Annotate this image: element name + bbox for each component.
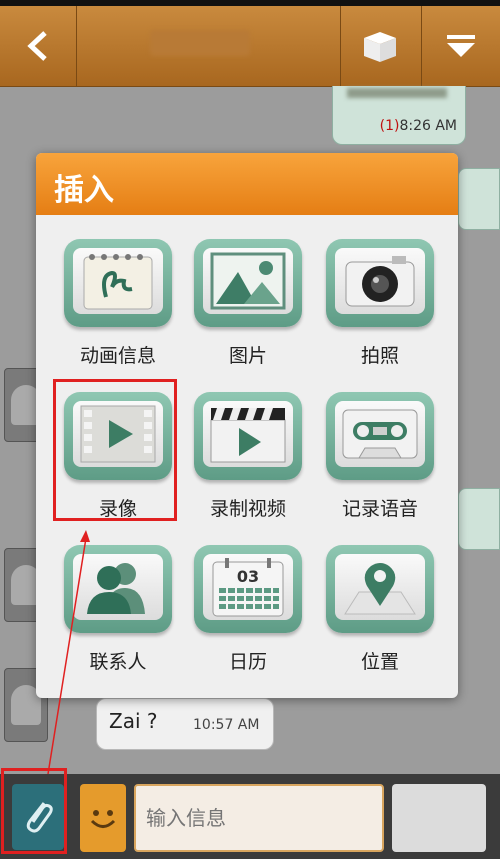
dropdown-icon: [446, 35, 475, 57]
send-button[interactable]: [392, 784, 486, 852]
insert-record-video-button[interactable]: [194, 392, 302, 480]
tile-label: 动画信息: [79, 345, 156, 367]
calendar-icon: 03: [212, 558, 284, 617]
camera-icon: [345, 256, 415, 307]
message-time: 10:57 AM: [193, 717, 260, 733]
insert-contact-button[interactable]: [64, 545, 172, 633]
video-record-highlight-annotation: [53, 379, 177, 521]
contact-name-blurred: [150, 30, 250, 56]
smiley-icon: [90, 810, 116, 828]
dialog-header: 插入: [36, 153, 458, 215]
insert-voice-memo-button[interactable]: [326, 392, 434, 480]
tile-label: 位置: [360, 651, 399, 673]
contacts-icon: [87, 563, 145, 614]
tile-face: [203, 248, 293, 314]
location-pin-icon: [344, 563, 416, 615]
box-button[interactable]: [340, 6, 420, 86]
calendar-day-number: 03: [237, 567, 259, 586]
tile-face: [335, 401, 425, 467]
outgoing-message-time: (1)8:26 AM: [380, 118, 457, 134]
tile-label: 日历: [228, 651, 267, 673]
message-input[interactable]: [134, 784, 384, 852]
insert-animation-button[interactable]: [64, 239, 172, 327]
insert-calendar-button[interactable]: 03: [194, 545, 302, 633]
back-chevron-icon: [27, 31, 47, 61]
tile-label: 记录语音: [341, 498, 418, 520]
emoji-button[interactable]: [80, 784, 126, 852]
tile-face: [335, 554, 425, 620]
tile-label: 图片: [228, 345, 267, 367]
time-label: 8:26 AM: [399, 118, 457, 134]
attach-highlight-annotation: [1, 768, 67, 854]
cassette-icon: [342, 409, 418, 459]
tile-label: 拍照: [360, 345, 399, 367]
animation-note-icon: [83, 254, 153, 310]
unread-mark: (1): [379, 118, 400, 134]
insert-location-button[interactable]: [326, 545, 434, 633]
header-divider: [76, 6, 77, 86]
tile-face: 03: [203, 554, 293, 620]
tile-face: [203, 401, 293, 467]
dropdown-menu-button[interactable]: [421, 6, 500, 86]
tile-face: [73, 554, 163, 620]
blurred-message-content: [347, 88, 447, 98]
message-bubble-edge: [458, 488, 500, 550]
insert-picture-button[interactable]: [194, 239, 302, 327]
tile-face: [335, 248, 425, 314]
message-text: Zai ?: [109, 709, 158, 733]
dialog-title: 插入: [54, 173, 114, 208]
incoming-message-bubble[interactable]: Zai ? 10:57 AM: [96, 698, 274, 750]
message-bubble-edge: [458, 168, 500, 230]
box-icon: [364, 32, 396, 62]
tile-label: 录制视频: [209, 498, 286, 520]
insert-photo-button[interactable]: [326, 239, 434, 327]
clapperboard-icon: [210, 408, 286, 463]
back-button[interactable]: [0, 6, 76, 86]
picture-icon: [210, 252, 286, 310]
tile-label: 联系人: [89, 651, 147, 673]
tile-face: [73, 248, 163, 314]
outgoing-message-bubble[interactable]: (1)8:26 AM: [332, 86, 466, 145]
